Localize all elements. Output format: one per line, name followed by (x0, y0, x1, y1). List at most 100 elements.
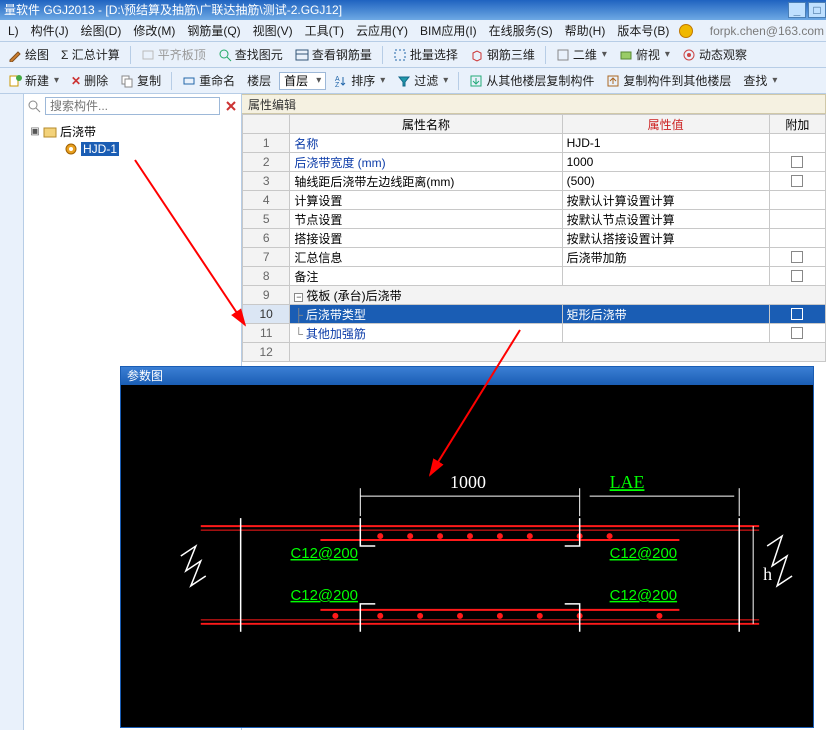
svg-text:Z: Z (335, 82, 340, 88)
checkbox[interactable] (791, 308, 803, 320)
table-row: 6搭接设置按默认搭接设置计算 (243, 229, 826, 248)
window-title: 量软件 GGJ2013 - [D:\预结算及抽筋\广联达抽筋\测试-2.GGJ1… (4, 0, 786, 20)
table-row: 8备注 (243, 267, 826, 286)
dim-1000: 1000 (450, 472, 486, 492)
search-input[interactable] (45, 97, 220, 115)
maximize-button[interactable]: □ (808, 2, 826, 18)
menu-tools[interactable]: 工具(T) (299, 20, 350, 41)
helmet-icon (679, 24, 693, 38)
sort-button[interactable]: AZ排序▾ (330, 71, 389, 90)
view-2d-button[interactable]: 二维▾ (552, 45, 611, 64)
checkbox[interactable] (791, 175, 803, 187)
table-row: 3轴线距后浇带左边线距离(mm)(500) (243, 172, 826, 191)
rename-icon (182, 74, 196, 88)
table-row: 12 (243, 343, 826, 362)
export-icon (606, 74, 620, 88)
table-row: 7汇总信息后浇带加筋 (243, 248, 826, 267)
copy-button[interactable]: 复制 (116, 71, 165, 90)
import-icon (469, 74, 483, 88)
top-view-button[interactable]: 俯视▾ (615, 45, 674, 64)
table-row: 1名称HJD-1 (243, 134, 826, 153)
collapse-icon[interactable]: − (294, 293, 303, 302)
rebar-bl: C12@200 (291, 587, 359, 604)
funnel-icon (397, 74, 411, 88)
rebar-tl: C12@200 (291, 545, 359, 562)
left-gutter (0, 94, 24, 730)
table-row-selected[interactable]: 10├后浇带类型矩形后浇带 (243, 305, 826, 324)
table-row-group: 9−筏板 (承台)后浇带 (243, 286, 826, 305)
rebar-br: C12@200 (610, 587, 678, 604)
rebar-3d-button[interactable]: 钢筋三维 (466, 45, 539, 64)
find-button[interactable]: 查找▾ (739, 71, 781, 90)
label-h: h (763, 564, 772, 584)
table-row: 4计算设置按默认计算设置计算 (243, 191, 826, 210)
table-icon (295, 48, 309, 62)
menu-version[interactable]: 版本号(B) (611, 20, 675, 41)
menu-modify[interactable]: 修改(M) (127, 20, 181, 41)
sort-icon: AZ (334, 74, 348, 88)
menu-bim[interactable]: BIM应用(I) (414, 20, 483, 41)
menu-rebar[interactable]: 钢筋量(Q) (181, 20, 246, 41)
align-top-button[interactable]: 平齐板顶 (137, 45, 210, 64)
toolbar-secondary: 新建▾ ✕删除 复制 重命名 楼层 首层▾ AZ排序▾ 过滤▾ 从其他楼层复制构… (0, 68, 826, 94)
select-icon (393, 48, 407, 62)
parameter-diagram-panel: 参数图 (120, 366, 814, 728)
x-icon: ✕ (71, 74, 81, 88)
property-panel-title: 属性编辑 (242, 94, 826, 114)
batch-select-button[interactable]: 批量选择 (389, 45, 462, 64)
label-lae: LAE (610, 472, 645, 492)
table-row: 2后浇带宽度 (mm)1000 (243, 153, 826, 172)
menu-help[interactable]: 帮助(H) (559, 20, 612, 41)
table-row: 11└其他加强筋 (243, 324, 826, 343)
rebar-tr: C12@200 (610, 545, 678, 562)
menu-cloud[interactable]: 云应用(Y) (350, 20, 414, 41)
cube-icon (470, 48, 484, 62)
param-panel-title: 参数图 (121, 367, 813, 385)
user-label: forpk.chen@163.com (710, 24, 824, 38)
menu-view[interactable]: 视图(V) (247, 20, 299, 41)
component-tree[interactable]: ▣ 后浇带 HJD-1 (24, 118, 241, 161)
checkbox[interactable] (791, 327, 803, 339)
checkbox[interactable] (791, 270, 803, 282)
titlebar: 量软件 GGJ2013 - [D:\预结算及抽筋\广联达抽筋\测试-2.GGJ1… (0, 0, 826, 20)
topview-icon (619, 48, 633, 62)
floor-button[interactable]: 楼层 (243, 71, 275, 90)
property-grid[interactable]: 属性名称 属性值 附加 1名称HJD-1 2后浇带宽度 (mm)1000 3轴线… (242, 114, 826, 362)
menubar: L) 构件(J) 绘图(D) 修改(M) 钢筋量(Q) 视图(V) 工具(T) … (0, 20, 826, 42)
pencil-icon (8, 48, 22, 62)
filter-button[interactable]: 过滤▾ (393, 71, 452, 90)
menu-l[interactable]: L) (2, 22, 25, 40)
tree-item-hjd1[interactable]: HJD-1 (30, 141, 235, 157)
search-icon (27, 99, 41, 113)
gear-icon (64, 142, 78, 156)
sum-button[interactable]: Σ 汇总计算 (57, 45, 124, 64)
param-canvas[interactable]: 1000 LAE h C12@200 C12@200 C12@200 C12@2… (121, 385, 813, 731)
table-row: 5节点设置按默认节点设置计算 (243, 210, 826, 229)
copy-icon (120, 74, 134, 88)
view-rebar-button[interactable]: 查看钢筋量 (291, 45, 376, 64)
copy-to-floor-button[interactable]: 复制构件到其他楼层 (602, 71, 735, 90)
tree-root[interactable]: ▣ 后浇带 (30, 122, 235, 141)
grid2d-icon (556, 48, 570, 62)
orbit-icon (682, 48, 696, 62)
checkbox[interactable] (791, 251, 803, 263)
search-icon (218, 48, 232, 62)
menu-draw[interactable]: 绘图(D) (75, 20, 128, 41)
draw-button[interactable]: 绘图 (4, 45, 53, 64)
checkbox[interactable] (791, 156, 803, 168)
menu-online[interactable]: 在线服务(S) (483, 20, 559, 41)
rename-button[interactable]: 重命名 (178, 71, 239, 90)
folder-icon (43, 125, 57, 139)
copy-from-floor-button[interactable]: 从其他楼层复制构件 (465, 71, 598, 90)
clear-search-icon[interactable] (224, 99, 238, 113)
menu-component[interactable]: 构件(J) (25, 20, 75, 41)
toolbar-primary: 绘图 Σ 汇总计算 平齐板顶 查找图元 查看钢筋量 批量选择 钢筋三维 二维▾ … (0, 42, 826, 68)
orbit-button[interactable]: 动态观察 (678, 45, 751, 64)
new-button[interactable]: 新建▾ (4, 71, 63, 90)
floor-combo[interactable]: 首层▾ (279, 72, 326, 90)
find-element-button[interactable]: 查找图元 (214, 45, 287, 64)
minimize-button[interactable]: _ (788, 2, 806, 18)
delete-button[interactable]: ✕删除 (67, 71, 112, 90)
align-icon (141, 48, 155, 62)
new-icon (8, 74, 22, 88)
